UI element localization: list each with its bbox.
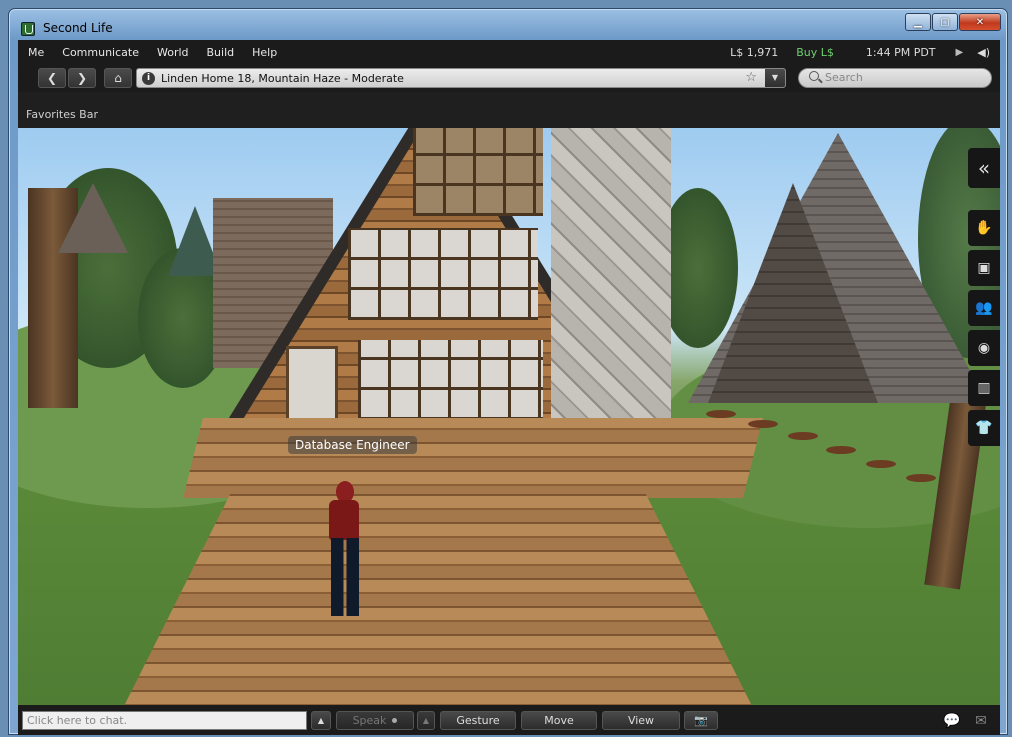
chat-box[interactable] xyxy=(22,711,307,730)
sidebar-tab-inventory[interactable]: ▥ xyxy=(968,370,1000,406)
envelope-icon: ✉ xyxy=(975,712,987,729)
profile-icon: ▣ xyxy=(977,260,991,276)
volume-icon[interactable]: ◀) xyxy=(977,46,990,59)
sidebar-tab-me[interactable]: ▣ xyxy=(968,250,1000,286)
hand-icon: ✋ xyxy=(975,220,993,236)
sidebar-collapse-button[interactable]: « xyxy=(968,148,1000,188)
speech-bubble-icon: 💬 xyxy=(943,712,961,729)
avatar-body[interactable] xyxy=(329,500,359,540)
view-button[interactable]: View xyxy=(602,711,680,730)
chat-bubble-button[interactable]: 💬 xyxy=(938,711,966,730)
forward-button[interactable]: ❯ xyxy=(68,68,96,88)
minimize-button[interactable]: ▁ xyxy=(905,13,931,31)
notifications-button[interactable]: ✉ xyxy=(968,711,994,730)
speak-button[interactable]: Speak xyxy=(336,711,414,730)
favorites-bar: Favorites Bar xyxy=(18,92,1000,128)
stone-chimney xyxy=(551,128,671,448)
close-button[interactable]: ✕ xyxy=(959,13,1001,31)
top-menu-bar: Me Communicate World Build Help L$ 1,971… xyxy=(18,40,1000,64)
menu-build[interactable]: Build xyxy=(198,46,244,59)
viewer-client: Me Communicate World Build Help L$ 1,971… xyxy=(18,40,1000,735)
home-button[interactable]: ⌂ xyxy=(104,68,132,88)
sidebar-tab-home[interactable]: ✋ xyxy=(968,210,1000,246)
location-text: Linden Home 18, Mountain Haze - Moderate xyxy=(161,72,404,85)
minimize-icon: ▁ xyxy=(914,16,922,28)
buy-currency-link[interactable]: Buy L$ xyxy=(796,46,834,59)
places-pin-icon: ◉ xyxy=(977,340,991,356)
speak-label: Speak xyxy=(352,714,387,727)
menu-help[interactable]: Help xyxy=(243,46,286,59)
maximize-icon: ▢ xyxy=(940,16,950,28)
second-life-app-icon xyxy=(21,22,35,36)
world-viewport[interactable]: Database Engineer « ✋ ▣ 👥 ◉ ▥ 👕 xyxy=(18,128,1000,705)
caret-up-icon: ▲ xyxy=(317,716,325,725)
info-icon[interactable]: i xyxy=(142,72,155,85)
house-middle-window xyxy=(348,228,538,320)
location-dropdown-button[interactable]: ▼ xyxy=(765,69,785,87)
stepping-stone xyxy=(788,432,818,440)
back-button[interactable]: ❮ xyxy=(38,68,66,88)
search-icon xyxy=(809,71,819,81)
double-chevron-left-icon: « xyxy=(977,156,991,180)
camera-icon: 📷 xyxy=(694,714,708,727)
stepping-stone xyxy=(706,410,736,418)
maximize-button[interactable]: ▢ xyxy=(932,13,958,31)
house-upper-window xyxy=(413,128,543,216)
shirt-icon: 👕 xyxy=(975,420,993,436)
avatar-legs[interactable] xyxy=(331,538,359,616)
play-media-icon[interactable]: ▶ xyxy=(956,47,964,58)
caret-up-icon: ▲ xyxy=(422,716,430,725)
menu-communicate[interactable]: Communicate xyxy=(53,46,148,59)
favorites-bar-label: Favorites Bar xyxy=(26,108,98,121)
chevron-right-icon: ❯ xyxy=(76,71,88,85)
search-box[interactable] xyxy=(798,68,992,88)
voice-indicator-icon xyxy=(392,718,398,723)
chat-input[interactable] xyxy=(23,712,306,729)
speak-options-button[interactable]: ▲ xyxy=(417,711,435,730)
menu-world[interactable]: World xyxy=(148,46,198,59)
move-button[interactable]: Move xyxy=(521,711,597,730)
tree-trunk xyxy=(28,188,78,408)
stepping-stone xyxy=(748,420,778,428)
close-icon: ✕ xyxy=(975,16,985,28)
wooden-boardwalk xyxy=(118,488,758,705)
sidebar-tab-places[interactable]: ◉ xyxy=(968,330,1000,366)
navigation-bar: ❮ ❯ ⌂ i Linden Home 18, Mountain Haze - … xyxy=(18,64,1000,92)
favorite-star-icon[interactable]: ☆ xyxy=(745,70,757,85)
chevron-left-icon: ❮ xyxy=(46,71,58,85)
chat-history-button[interactable]: ▲ xyxy=(311,711,331,730)
sidebar-tab-appearance[interactable]: 👕 xyxy=(968,410,1000,446)
gesture-button[interactable]: Gesture xyxy=(440,711,516,730)
menu-me[interactable]: Me xyxy=(18,46,53,59)
sidebar-tab-people[interactable]: 👥 xyxy=(968,290,1000,326)
stepping-stone xyxy=(826,446,856,454)
linden-balance[interactable]: L$ 1,971 xyxy=(730,46,778,59)
window-titlebar[interactable]: Second Life ▁ ▢ ✕ xyxy=(9,9,1007,37)
bottom-toolbar: ▲ Speak ▲ Gesture Move View 📷 💬 ✉ xyxy=(18,705,1000,735)
inventory-suitcase-icon: ▥ xyxy=(977,380,991,396)
people-icon: 👥 xyxy=(975,300,993,316)
avatar-nametag: Database Engineer xyxy=(288,436,417,454)
stepping-stone xyxy=(866,460,896,468)
location-bar[interactable]: i Linden Home 18, Mountain Haze - Modera… xyxy=(136,68,786,88)
search-input[interactable] xyxy=(825,71,975,84)
snapshot-button[interactable]: 📷 xyxy=(684,711,718,730)
window-title: Second Life xyxy=(43,21,113,35)
home-icon: ⌂ xyxy=(114,71,122,85)
house-lower-window xyxy=(358,340,543,420)
stepping-stone xyxy=(906,474,936,482)
upper-deck xyxy=(183,418,763,498)
clock: 1:44 PM PDT xyxy=(865,45,936,59)
app-window: Second Life ▁ ▢ ✕ Me Communicate World B… xyxy=(8,8,1008,735)
